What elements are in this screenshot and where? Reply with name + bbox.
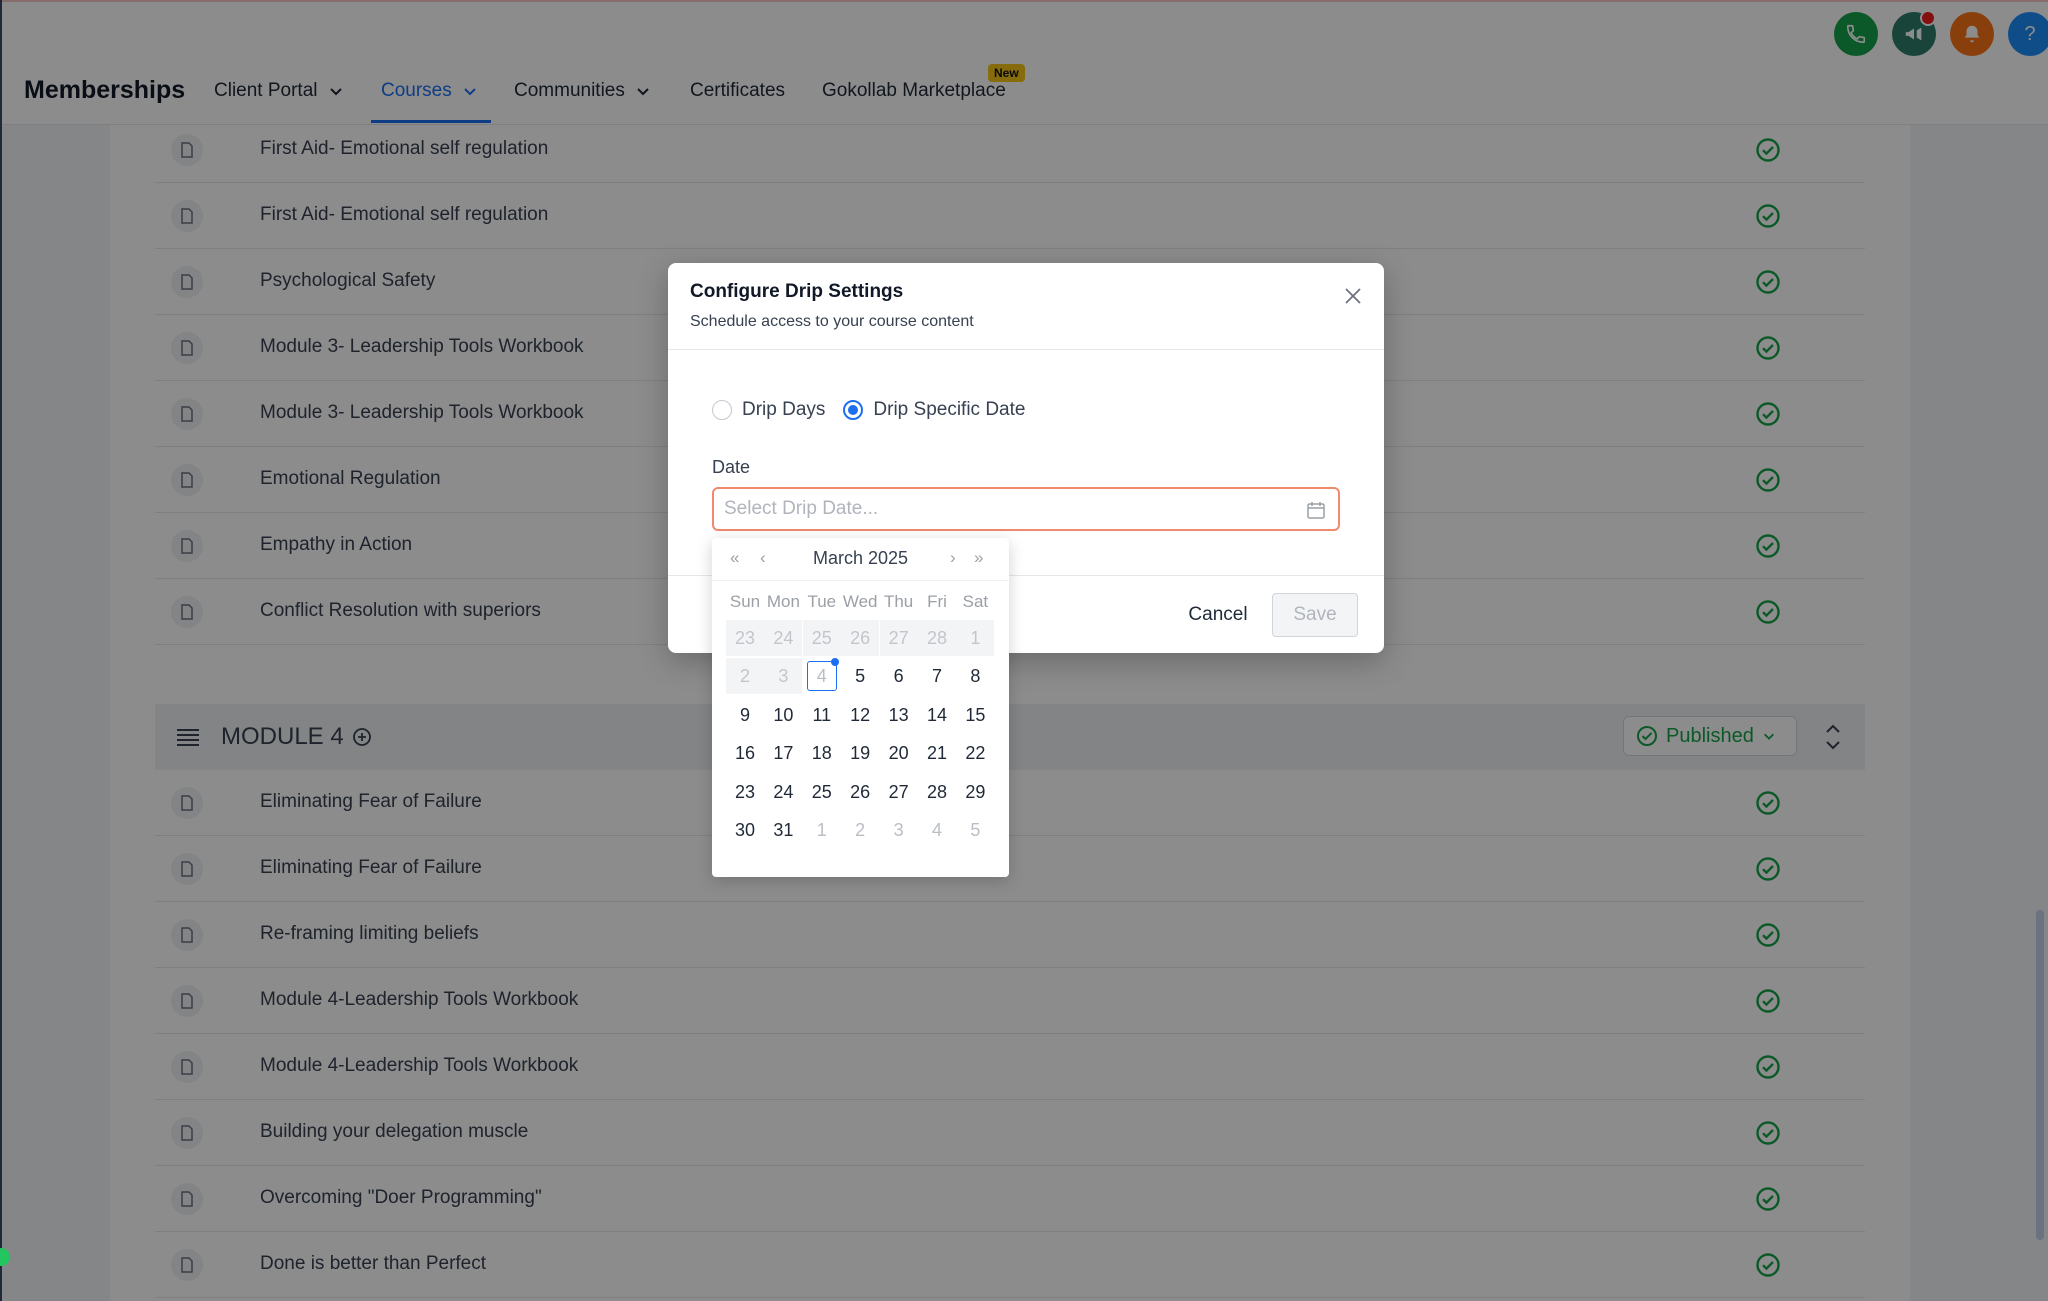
modal-subtitle: Schedule access to your course content	[690, 313, 974, 330]
next-year-icon[interactable]: »	[974, 548, 983, 568]
cancel-button[interactable]: Cancel	[1168, 593, 1268, 637]
drip-days-radio[interactable]	[712, 400, 732, 420]
today-dot	[830, 658, 839, 667]
calendar-day[interactable]: 22	[956, 735, 994, 771]
date-picker-header: « ‹ March 2025 › »	[712, 538, 1009, 581]
calendar-day[interactable]: 26	[841, 774, 879, 810]
drip-specific-date-label[interactable]: Drip Specific Date	[873, 399, 1025, 421]
weekday-header: Fri	[927, 592, 947, 611]
calendar-day[interactable]: 23	[726, 774, 764, 810]
calendar-day: 3	[764, 658, 803, 695]
calendar-day[interactable]: 16	[726, 735, 764, 771]
drip-date-input[interactable]	[714, 497, 1286, 521]
calendar-day[interactable]: 7	[918, 658, 956, 694]
weekday-header: Tue	[807, 592, 837, 611]
calendar-day: 2	[726, 658, 764, 695]
calendar-day[interactable]: 9	[726, 697, 764, 733]
calendar-day: 28	[918, 620, 956, 656]
calendar-day[interactable]: 14	[918, 697, 956, 733]
save-button[interactable]: Save	[1272, 593, 1358, 637]
calendar-day[interactable]: 13	[880, 697, 918, 733]
calendar-day[interactable]: 5	[841, 658, 879, 694]
drip-specific-date-radio[interactable]	[843, 400, 864, 420]
drip-date-field[interactable]	[712, 487, 1340, 531]
weekday-header: Sun	[729, 592, 761, 611]
calendar-day[interactable]: 29	[956, 774, 994, 810]
calendar-day[interactable]: 20	[880, 735, 918, 771]
calendar-day[interactable]: 27	[880, 774, 918, 810]
drip-type-radio-group: Drip Days Drip Specific Date	[712, 399, 1025, 421]
calendar-day[interactable]: 8	[956, 658, 994, 694]
modal-header: Configure Drip Settings Schedule access …	[668, 263, 1384, 350]
window-edge	[0, 0, 2, 1301]
calendar-day[interactable]: 3	[880, 812, 918, 848]
calendar-day[interactable]: 19	[841, 735, 879, 771]
calendar-day: 27	[879, 620, 918, 656]
calendar-day: 24	[764, 620, 803, 656]
date-picker-popup: « ‹ March 2025 › » Sun Mon Tue Wed Thu Fri Sat…	[712, 538, 1009, 877]
today-box: 4	[806, 658, 839, 692]
calendar-day[interactable]: 4	[918, 812, 956, 848]
calendar-day[interactable]: 25	[803, 774, 841, 810]
calendar-day: 26	[841, 620, 880, 656]
weekday-header: Mon	[766, 592, 800, 611]
weekday-header: Thu	[883, 592, 914, 611]
calendar-day[interactable]: 30	[726, 812, 764, 848]
calendar-icon[interactable]	[1306, 500, 1326, 520]
weekday-header: Wed	[842, 592, 878, 611]
modal-title: Configure Drip Settings	[690, 281, 904, 302]
page-scrollbar[interactable]	[2036, 910, 2044, 1240]
calendar-day[interactable]: 28	[918, 774, 956, 810]
calendar-day: 23	[726, 620, 764, 656]
calendar-day[interactable]: 1	[803, 812, 841, 848]
weekday-header: Sat	[962, 592, 989, 611]
calendar-day[interactable]: 24	[764, 774, 802, 810]
calendar-day[interactable]: 15	[956, 697, 994, 733]
calendar-month-label[interactable]: March 2025	[712, 548, 1009, 569]
day-number: 4	[816, 666, 827, 687]
calendar-day[interactable]: 12	[841, 697, 879, 733]
calendar-day[interactable]: 17	[764, 735, 802, 771]
date-field-label: Date	[712, 457, 751, 477]
calendar-day[interactable]: 2	[841, 812, 879, 848]
close-icon[interactable]	[1342, 285, 1364, 307]
drip-days-label[interactable]: Drip Days	[742, 399, 825, 421]
calendar-day[interactable]: 18	[803, 735, 841, 771]
calendar-day[interactable]: 5	[956, 812, 994, 848]
calendar-day[interactable]: 6	[880, 658, 918, 694]
calendar-day[interactable]: 11	[803, 697, 841, 733]
calendar-day: 1	[956, 620, 995, 656]
calendar-day-today[interactable]: 4	[803, 658, 841, 694]
next-month-icon[interactable]: ›	[950, 548, 956, 568]
calendar-day: 25	[802, 620, 841, 656]
calendar-day[interactable]: 21	[918, 735, 956, 771]
calendar-day[interactable]: 31	[764, 812, 802, 848]
calendar-day[interactable]: 10	[764, 697, 802, 733]
